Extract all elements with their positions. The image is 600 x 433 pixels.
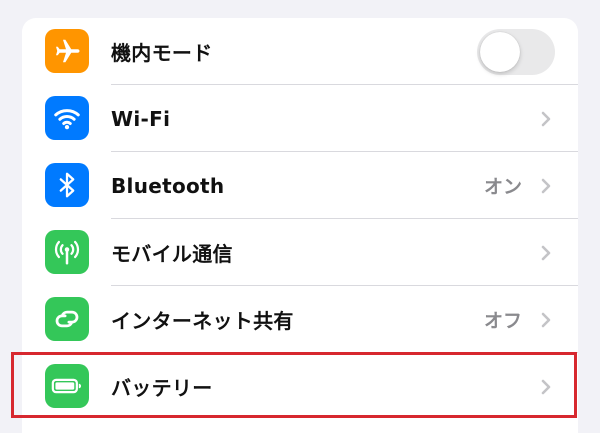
airplane-icon	[45, 29, 89, 73]
row-label: 機内モード	[111, 41, 213, 65]
hotspot-status: オフ	[483, 310, 522, 332]
row-label: Wi-Fi	[111, 106, 171, 131]
chevron-right-icon	[541, 178, 551, 194]
row-personal-hotspot[interactable]: インターネット共有 オフ	[22, 286, 578, 353]
row-airplane-mode[interactable]: 機内モード	[22, 18, 578, 85]
personal-hotspot-icon	[45, 297, 89, 341]
wifi-icon	[45, 96, 89, 140]
row-label: モバイル通信	[111, 242, 233, 266]
row-battery[interactable]: バッテリー	[22, 353, 578, 420]
row-label: Bluetooth	[111, 173, 225, 198]
chevron-right-icon	[541, 111, 551, 127]
settings-card: 機内モード Wi-Fi Bluetooth オン モバイル通信 インターネット共…	[22, 18, 578, 433]
antenna-icon	[45, 230, 89, 274]
toggle-knob	[480, 32, 520, 72]
row-label: インターネット共有	[111, 309, 294, 333]
row-label: バッテリー	[111, 376, 213, 400]
scrollbar-track	[593, 0, 600, 433]
airplane-mode-toggle[interactable]	[477, 29, 555, 75]
chevron-right-icon	[541, 312, 551, 328]
chevron-right-icon	[541, 379, 551, 395]
row-wifi[interactable]: Wi-Fi	[22, 85, 578, 152]
row-mobile-data[interactable]: モバイル通信	[22, 219, 578, 286]
row-bluetooth[interactable]: Bluetooth オン	[22, 152, 578, 219]
chevron-right-icon	[541, 245, 551, 261]
battery-icon	[45, 364, 89, 408]
bluetooth-icon	[45, 163, 89, 207]
bluetooth-status: オン	[483, 176, 522, 198]
